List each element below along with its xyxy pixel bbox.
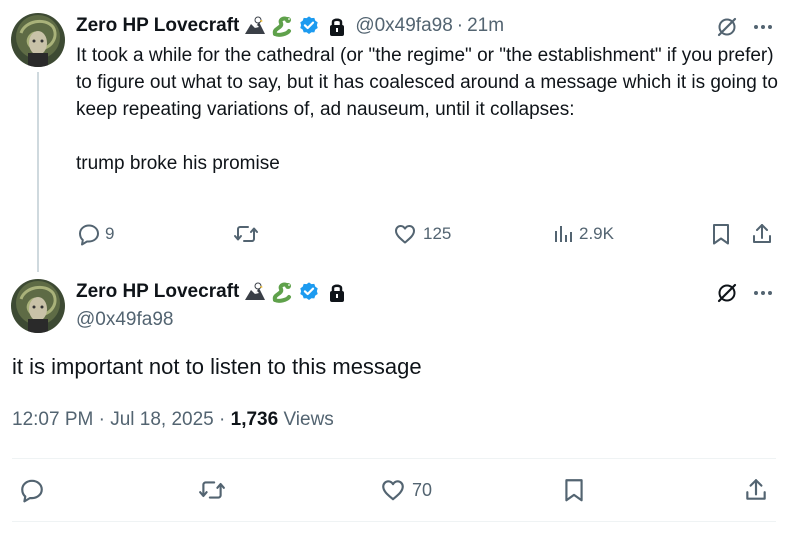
like-button[interactable]: 70	[380, 477, 432, 503]
tweet-meta: 12:07 PM · Jul 18, 2025 · 1,736 Views	[12, 409, 334, 431]
divider	[12, 458, 776, 459]
thread-line	[37, 72, 39, 272]
views-button[interactable]: 2.9K	[553, 222, 614, 246]
snake-icon	[271, 15, 293, 37]
main-handle-row: @0x49fa98	[76, 307, 173, 333]
bookmark-icon	[562, 477, 586, 503]
bookmark-button[interactable]	[710, 222, 732, 246]
like-icon	[380, 477, 406, 503]
verified-badge-icon[interactable]	[298, 281, 320, 303]
grok-icon[interactable]	[715, 281, 739, 305]
author-handle[interactable]: @0x49fa98	[355, 15, 452, 37]
tweet-timestamp[interactable]: 12:07 PM · Jul 18, 2025	[12, 409, 214, 430]
eagle-icon	[244, 282, 266, 302]
main-tweet-text: it is important not to listen to this me…	[12, 354, 422, 379]
like-count: 70	[412, 479, 433, 500]
views-count: 1,736	[230, 409, 279, 430]
lock-icon	[329, 16, 345, 36]
author-handle[interactable]: @0x49fa98	[76, 309, 173, 331]
separator-dot: ·	[219, 409, 226, 430]
repost-button[interactable]	[233, 222, 265, 246]
views-icon	[553, 222, 575, 246]
verified-badge-icon[interactable]	[298, 15, 320, 37]
bookmark-button[interactable]	[562, 477, 586, 503]
grok-icon[interactable]	[715, 15, 739, 39]
share-icon	[751, 222, 773, 246]
reply-header: Zero HP Lovecraft @0x49fa98 · 21m	[76, 13, 504, 39]
separator-dot: ·	[456, 15, 464, 36]
divider	[12, 521, 776, 522]
reply-icon	[77, 222, 101, 246]
avatar[interactable]	[11, 279, 65, 333]
like-count: 125	[423, 224, 452, 243]
main-header: Zero HP Lovecraft	[76, 279, 345, 305]
author-name[interactable]: Zero HP Lovecraft	[76, 15, 239, 37]
more-icon[interactable]	[751, 281, 775, 305]
reply-button[interactable]	[19, 477, 45, 503]
reply-button[interactable]: 9	[77, 222, 114, 246]
reply-text: It took a while for the cathedral (or "t…	[76, 45, 778, 174]
like-icon	[393, 222, 417, 246]
share-button[interactable]	[744, 477, 768, 503]
views-label: Views	[283, 409, 334, 430]
like-button[interactable]: 125	[393, 222, 451, 246]
bookmark-icon	[710, 222, 732, 246]
author-name[interactable]: Zero HP Lovecraft	[76, 281, 239, 303]
share-button[interactable]	[751, 222, 773, 246]
tweet-time[interactable]: 21m	[467, 15, 504, 37]
avatar[interactable]	[11, 13, 65, 67]
lock-icon	[329, 282, 345, 302]
more-icon[interactable]	[751, 15, 775, 39]
share-icon	[744, 477, 768, 503]
repost-icon	[233, 222, 259, 246]
reply-icon	[19, 477, 45, 503]
snake-icon	[271, 281, 293, 303]
eagle-icon	[244, 16, 266, 36]
reply-count: 9	[105, 224, 115, 243]
views-count: 2.9K	[579, 224, 614, 243]
repost-button[interactable]	[198, 477, 226, 503]
repost-icon	[198, 477, 226, 503]
